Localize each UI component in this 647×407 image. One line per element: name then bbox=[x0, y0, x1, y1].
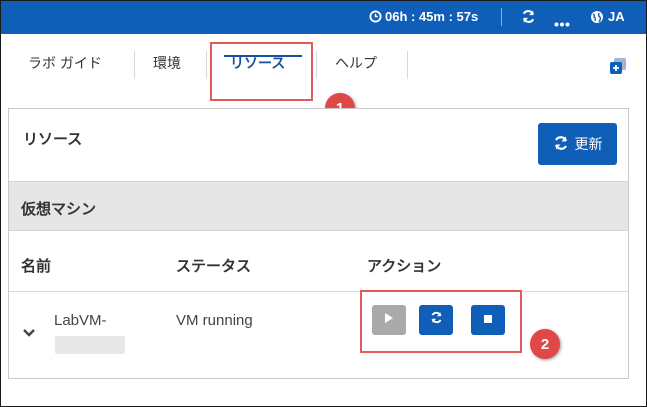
topbar-divider bbox=[501, 8, 502, 26]
refresh-icon bbox=[553, 135, 569, 154]
vm-status: VM running bbox=[176, 312, 253, 329]
annotation-box-actions bbox=[360, 290, 522, 353]
row-divider bbox=[9, 291, 628, 292]
column-header-actions: アクション bbox=[367, 258, 442, 275]
tab-bar: ラボ ガイド 環境 リソース ヘルプ bbox=[1, 34, 646, 89]
tab-lab-guide[interactable]: ラボ ガイド bbox=[28, 53, 102, 73]
language-label: JA bbox=[608, 9, 625, 24]
column-header-name: 名前 bbox=[21, 258, 52, 275]
tab-divider bbox=[134, 51, 135, 79]
session-timer: 06h : 45m : 57s bbox=[369, 9, 478, 24]
annotation-box-tab bbox=[210, 42, 313, 101]
tab-environment[interactable]: 環境 bbox=[153, 53, 181, 73]
tab-divider bbox=[316, 51, 317, 79]
clock-icon bbox=[369, 10, 382, 23]
top-bar: 06h : 45m : 57s JA bbox=[1, 1, 646, 34]
timer-text: 06h : 45m : 57s bbox=[385, 9, 479, 24]
section-title: 仮想マシン bbox=[21, 201, 97, 218]
refresh-button[interactable]: 更新 bbox=[538, 123, 617, 165]
annotation-badge-2: 2 bbox=[530, 329, 560, 359]
tab-divider bbox=[206, 51, 207, 79]
language-selector[interactable]: JA bbox=[590, 9, 625, 24]
tab-help[interactable]: ヘルプ bbox=[335, 53, 377, 73]
popout-icon[interactable] bbox=[609, 57, 627, 80]
vm-name: LabVM- bbox=[54, 312, 107, 329]
vm-name-redacted bbox=[55, 336, 125, 354]
refresh-button-label: 更新 bbox=[574, 136, 603, 152]
more-icon[interactable] bbox=[554, 15, 570, 30]
refresh-icon[interactable] bbox=[521, 9, 536, 27]
tab-divider bbox=[407, 51, 408, 79]
section-header: 仮想マシン bbox=[9, 181, 628, 231]
panel-title: リソース bbox=[23, 131, 83, 148]
column-header-status: ステータス bbox=[176, 258, 252, 275]
chevron-down-icon[interactable] bbox=[22, 325, 36, 343]
globe-icon bbox=[590, 10, 604, 24]
